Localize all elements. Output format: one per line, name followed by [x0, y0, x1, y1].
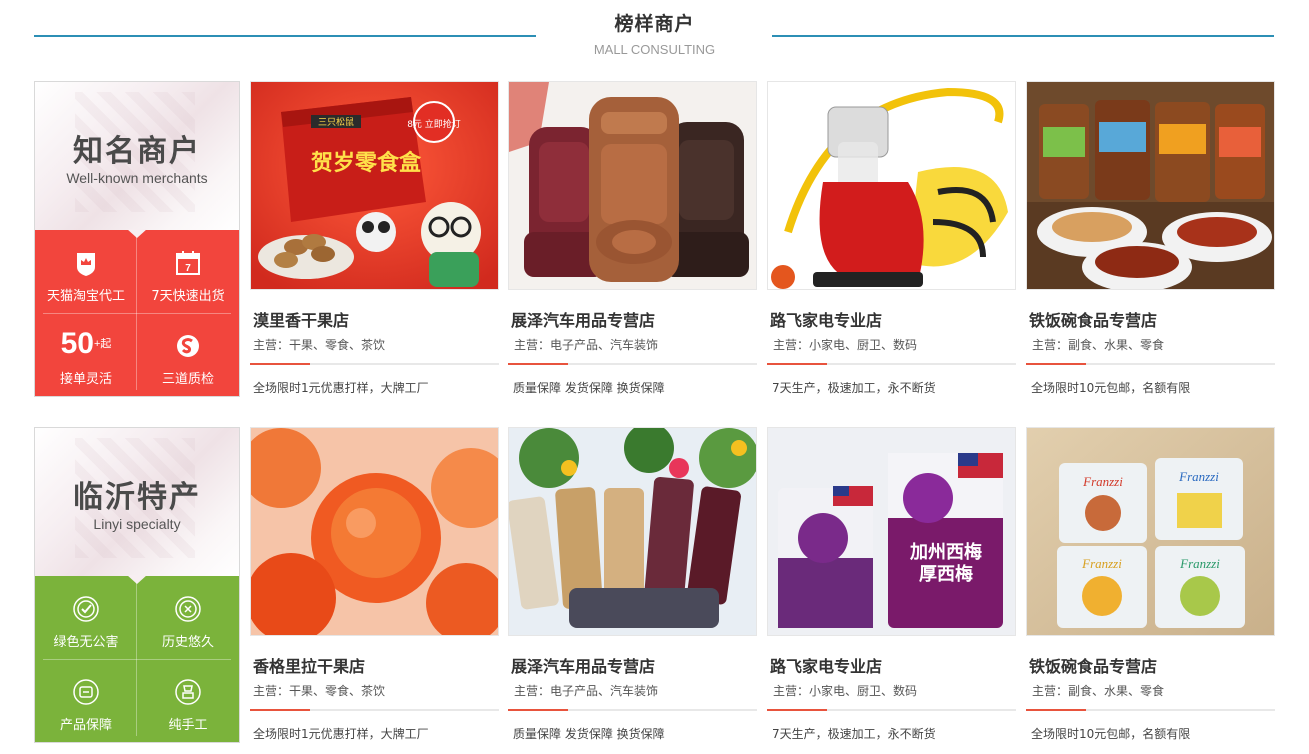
merchant-card[interactable]: Franzzi Franzzi Franzzi Franzzi 铁饭碗食品专营店…	[1026, 427, 1275, 745]
section-title: 榜样商户	[614, 13, 695, 35]
feature-label: 产品保障	[59, 718, 112, 733]
merchant-promo: 全场限时10元包邮，名额有限	[1031, 727, 1191, 741]
merchant-promo: 7天生产，极速加工，永不断货	[772, 727, 936, 741]
product-image-dried-plum-bags[interactable]: 加州西梅 厚西梅	[767, 427, 1016, 636]
svg-text:三只松鼠: 三只松鼠	[318, 116, 354, 128]
merchant-section-linyi-specialty: 临沂特产 Linyi specialty 绿色无公害 历史悠久 产品保障 纯手工…	[34, 427, 1275, 745]
section-header: 榜样商户 MALL CONSULTING	[0, 0, 1309, 70]
merchant-main-products: 主营：小家电、厨卫、数码	[773, 684, 918, 698]
merchant-card[interactable]: 贺岁零食盒 三只松鼠 8元 立即抢订 漠里香干果店 主营：干果、零食、茶饮 全场…	[250, 81, 499, 399]
feature-label: 纯手工	[168, 718, 208, 733]
product-image-car-seat-covers[interactable]	[508, 81, 757, 290]
product-image-dried-apricots[interactable]	[250, 427, 499, 636]
feature-item: 7 7天快速出货	[137, 230, 239, 313]
merchant-promo: 质量保障 发货保障 换货保障	[513, 381, 665, 395]
merchant-card[interactable]: 展泽汽车用品专营店 主营：电子产品、汽车装饰 质量保障 发货保障 换货保障	[508, 427, 757, 745]
merchant-main-products: 主营：副食、水果、零食	[1032, 684, 1165, 698]
product-guarantee-icon	[73, 679, 99, 705]
history-icon	[175, 596, 201, 622]
merchant-main-products: 主营：干果、零食、茶饮	[253, 338, 386, 352]
category-title: 临沂特产	[73, 480, 201, 515]
svg-text:贺岁零食盒: 贺岁零食盒	[311, 150, 422, 176]
merchant-name[interactable]: 路飞家电专业店	[770, 653, 882, 677]
card-divider	[767, 363, 1016, 365]
feature-item: 50+起 接单灵活	[35, 313, 137, 396]
merchant-promo: 全场限时1元优惠打样，大牌工厂	[253, 727, 429, 741]
svg-text:8元 立即抢订: 8元 立即抢订	[407, 118, 461, 130]
svg-text:Franzzi: Franzzi	[1082, 474, 1123, 489]
product-image-flower-tea-jars[interactable]	[508, 427, 757, 636]
merchant-card[interactable]: 加州西梅 厚西梅 路飞家电专业店 主营：小家电、厨卫、数码 7天生产，极速加工，…	[767, 427, 1016, 745]
feature-label: 历史悠久	[161, 635, 214, 650]
min-order-number: 50+起	[60, 327, 112, 360]
svg-text:Franzzi: Franzzi	[1081, 556, 1122, 571]
card-divider	[767, 709, 1016, 711]
merchant-card[interactable]: 铁饭碗食品专营店 主营：副食、水果、零食 全场限时10元包邮，名额有限	[1026, 81, 1275, 399]
header-divider-right	[772, 35, 1274, 37]
feature-item: 纯手工	[137, 659, 239, 742]
category-banner: 临沂特产 Linyi specialty	[35, 428, 239, 576]
merchant-card[interactable]: 路飞家电专业店 主营：小家电、厨卫、数码 7天生产，极速加工，永不断货	[767, 81, 1016, 399]
category-banner: 知名商户 Well-known merchants	[35, 82, 239, 230]
merchant-name[interactable]: 铁饭碗食品专营店	[1029, 307, 1157, 331]
svg-text:厚西梅: 厚西梅	[919, 563, 973, 585]
merchant-card[interactable]: 香格里拉干果店 主营：干果、零食、茶饮 全场限时1元优惠打样，大牌工厂	[250, 427, 499, 745]
category-panel[interactable]: 知名商户 Well-known merchants 天猫淘宝代工 7 7天快速出…	[34, 81, 240, 397]
merchant-main-products: 主营：副食、水果、零食	[1032, 338, 1165, 352]
category-title: 知名商户	[73, 134, 201, 169]
merchant-promo: 7天生产，极速加工，永不断货	[772, 381, 936, 395]
merchant-main-products: 主营：小家电、厨卫、数码	[773, 338, 918, 352]
feature-item: 历史悠久	[137, 576, 239, 659]
svg-text:7: 7	[185, 263, 191, 274]
card-divider	[1026, 709, 1275, 711]
feature-label: 接单灵活	[59, 372, 112, 387]
feature-item: 天猫淘宝代工	[35, 230, 137, 313]
product-image-snack-gift-box[interactable]: 贺岁零食盒 三只松鼠 8元 立即抢订	[250, 81, 499, 290]
merchant-main-products: 主营：干果、零食、茶饮	[253, 684, 386, 698]
merchant-promo: 全场限时1元优惠打样，大牌工厂	[253, 381, 429, 395]
quality-check-icon	[177, 335, 199, 357]
card-divider	[250, 363, 499, 365]
category-panel[interactable]: 临沂特产 Linyi specialty 绿色无公害 历史悠久 产品保障 纯手工	[34, 427, 240, 743]
svg-text:Franzzi: Franzzi	[1178, 469, 1219, 484]
feature-item: 产品保障	[35, 659, 137, 742]
card-divider	[1026, 363, 1275, 365]
card-divider	[250, 709, 499, 711]
merchant-name[interactable]: 展泽汽车用品专营店	[511, 307, 655, 331]
merchant-name[interactable]: 漠里香干果店	[253, 307, 349, 331]
card-divider	[508, 363, 757, 365]
merchant-main-products: 主营：电子产品、汽车装饰	[514, 338, 659, 352]
product-image-jerky-jars[interactable]	[1026, 81, 1275, 290]
product-image-juicer[interactable]	[767, 81, 1016, 290]
feature-label: 天猫淘宝代工	[46, 289, 125, 304]
shop-badge-icon	[77, 253, 95, 276]
merchant-promo: 全场限时10元包邮，名额有限	[1031, 381, 1191, 395]
feature-grid: 绿色无公害 历史悠久 产品保障 纯手工	[35, 575, 239, 742]
svg-text:Franzzi: Franzzi	[1179, 556, 1220, 571]
green-check-icon	[73, 596, 99, 622]
card-divider	[508, 709, 757, 711]
merchant-name[interactable]: 路飞家电专业店	[770, 307, 882, 331]
product-image-cookie-packs[interactable]: Franzzi Franzzi Franzzi Franzzi	[1026, 427, 1275, 636]
handmade-icon	[175, 679, 201, 705]
merchant-promo: 质量保障 发货保障 换货保障	[513, 727, 665, 741]
feature-label: 7天快速出货	[151, 289, 225, 304]
section-subtitle: MALL CONSULTING	[593, 42, 716, 57]
feature-grid: 天猫淘宝代工 7 7天快速出货 50+起 接单灵活 三道质检	[35, 229, 239, 396]
feature-label: 绿色无公害	[53, 635, 119, 650]
feature-item: 绿色无公害	[35, 576, 137, 659]
merchant-main-products: 主营：电子产品、汽车装饰	[514, 684, 659, 698]
merchant-name[interactable]: 展泽汽车用品专营店	[511, 653, 655, 677]
feature-label: 三道质检	[161, 372, 214, 387]
merchant-card[interactable]: 展泽汽车用品专营店 主营：电子产品、汽车装饰 质量保障 发货保障 换货保障	[508, 81, 757, 399]
merchant-section-well-known: 知名商户 Well-known merchants 天猫淘宝代工 7 7天快速出…	[34, 81, 1275, 399]
feature-item: 三道质检	[137, 313, 239, 396]
svg-text:加州西梅: 加州西梅	[909, 541, 982, 563]
category-subtitle: Well-known merchants	[66, 170, 208, 186]
merchant-name[interactable]: 香格里拉干果店	[253, 653, 365, 677]
calendar-icon: 7	[176, 251, 200, 275]
category-subtitle: Linyi specialty	[93, 516, 181, 532]
merchant-name[interactable]: 铁饭碗食品专营店	[1029, 653, 1157, 677]
